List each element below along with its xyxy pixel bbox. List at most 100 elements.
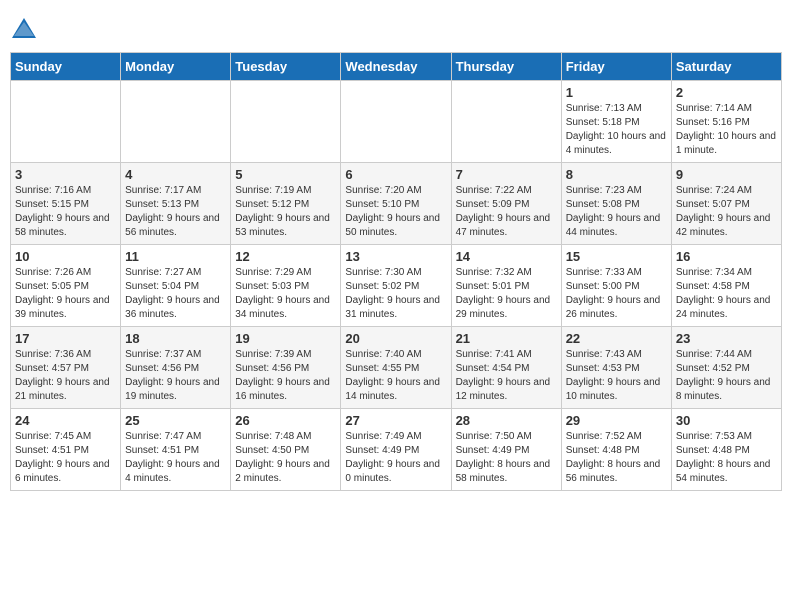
calendar-cell: 14 Sunrise: 7:32 AM Sunset: 5:01 PM Dayli… (451, 245, 561, 327)
cell-info: Sunrise: 7:17 AM Sunset: 5:13 PM Dayligh… (125, 184, 226, 240)
calendar-cell (11, 81, 121, 163)
calendar-cell (121, 81, 231, 163)
logo-icon (10, 16, 38, 44)
day-number: 19 (235, 331, 336, 346)
day-number: 1 (566, 85, 667, 100)
calendar-week-row: 3Sunrise: 7:16 AM Sunset: 5:15 PM Daylig… (11, 163, 782, 245)
day-number: 24 (15, 413, 116, 428)
calendar-cell: 27 Sunrise: 7:49 AM Sunset: 4:49 PM Dayli… (341, 409, 451, 491)
calendar-week-row: 1Sunrise: 7:13 AM Sunset: 5:18 PM Daylig… (11, 81, 782, 163)
cell-info: Sunrise: 7:43 AM Sunset: 4:53 PM Dayligh… (566, 348, 667, 404)
calendar-cell: 8Sunrise: 7:23 AM Sunset: 5:08 PM Daylig… (561, 163, 671, 245)
cell-info: Sunrise: 7:48 AM Sunset: 4:50 PM Dayligh… (235, 430, 336, 486)
cell-info: Sunrise: 7:30 AM Sunset: 5:02 PM Dayligh… (345, 266, 446, 322)
cell-info: Sunrise: 7:50 AM Sunset: 4:49 PM Dayligh… (456, 430, 557, 486)
day-number: 21 (456, 331, 557, 346)
day-number: 30 (676, 413, 777, 428)
cell-info: Sunrise: 7:20 AM Sunset: 5:10 PM Dayligh… (345, 184, 446, 240)
calendar-cell: 4 Sunrise: 7:17 AM Sunset: 5:13 PM Daylig… (121, 163, 231, 245)
day-number: 12 (235, 249, 336, 264)
day-number: 15 (566, 249, 667, 264)
calendar-cell: 2 Sunrise: 7:14 AM Sunset: 5:16 PM Daylig… (671, 81, 781, 163)
day-number: 9 (676, 167, 777, 182)
calendar-cell: 1Sunrise: 7:13 AM Sunset: 5:18 PM Daylig… (561, 81, 671, 163)
day-header-wednesday: Wednesday (341, 53, 451, 81)
day-header-thursday: Thursday (451, 53, 561, 81)
calendar-cell: 21 Sunrise: 7:41 AM Sunset: 4:54 PM Dayli… (451, 327, 561, 409)
cell-info: Sunrise: 7:24 AM Sunset: 5:07 PM Dayligh… (676, 184, 777, 240)
day-number: 6 (345, 167, 446, 182)
day-number: 17 (15, 331, 116, 346)
calendar-cell (341, 81, 451, 163)
calendar-cell: 20 Sunrise: 7:40 AM Sunset: 4:55 PM Dayli… (341, 327, 451, 409)
day-header-sunday: Sunday (11, 53, 121, 81)
calendar-cell (231, 81, 341, 163)
day-number: 16 (676, 249, 777, 264)
day-number: 14 (456, 249, 557, 264)
calendar-cell: 26 Sunrise: 7:48 AM Sunset: 4:50 PM Dayli… (231, 409, 341, 491)
day-header-monday: Monday (121, 53, 231, 81)
day-number: 20 (345, 331, 446, 346)
cell-info: Sunrise: 7:47 AM Sunset: 4:51 PM Dayligh… (125, 430, 226, 486)
day-number: 28 (456, 413, 557, 428)
logo (10, 16, 42, 44)
cell-info: Sunrise: 7:19 AM Sunset: 5:12 PM Dayligh… (235, 184, 336, 240)
day-number: 7 (456, 167, 557, 182)
calendar-cell: 19 Sunrise: 7:39 AM Sunset: 4:56 PM Dayli… (231, 327, 341, 409)
calendar-cell: 13 Sunrise: 7:30 AM Sunset: 5:02 PM Dayli… (341, 245, 451, 327)
cell-info: Sunrise: 7:44 AM Sunset: 4:52 PM Dayligh… (676, 348, 777, 404)
calendar-cell: 24 Sunrise: 7:45 AM Sunset: 4:51 PM Dayli… (11, 409, 121, 491)
calendar-cell: 12 Sunrise: 7:29 AM Sunset: 5:03 PM Dayli… (231, 245, 341, 327)
cell-info: Sunrise: 7:52 AM Sunset: 4:48 PM Dayligh… (566, 430, 667, 486)
day-number: 13 (345, 249, 446, 264)
calendar-cell: 15 Sunrise: 7:33 AM Sunset: 5:00 PM Dayli… (561, 245, 671, 327)
calendar-week-row: 24 Sunrise: 7:45 AM Sunset: 4:51 PM Dayli… (11, 409, 782, 491)
day-number: 5 (235, 167, 336, 182)
day-number: 8 (566, 167, 667, 182)
calendar-week-row: 17Sunrise: 7:36 AM Sunset: 4:57 PM Dayli… (11, 327, 782, 409)
day-number: 27 (345, 413, 446, 428)
day-number: 29 (566, 413, 667, 428)
day-number: 18 (125, 331, 226, 346)
day-number: 4 (125, 167, 226, 182)
cell-info: Sunrise: 7:32 AM Sunset: 5:01 PM Dayligh… (456, 266, 557, 322)
cell-info: Sunrise: 7:49 AM Sunset: 4:49 PM Dayligh… (345, 430, 446, 486)
day-number: 2 (676, 85, 777, 100)
day-number: 22 (566, 331, 667, 346)
calendar-cell: 10Sunrise: 7:26 AM Sunset: 5:05 PM Dayli… (11, 245, 121, 327)
calendar-cell: 3Sunrise: 7:16 AM Sunset: 5:15 PM Daylig… (11, 163, 121, 245)
cell-info: Sunrise: 7:14 AM Sunset: 5:16 PM Dayligh… (676, 102, 777, 158)
day-number: 26 (235, 413, 336, 428)
day-number: 23 (676, 331, 777, 346)
cell-info: Sunrise: 7:34 AM Sunset: 4:58 PM Dayligh… (676, 266, 777, 322)
day-number: 3 (15, 167, 116, 182)
calendar-cell: 28 Sunrise: 7:50 AM Sunset: 4:49 PM Dayli… (451, 409, 561, 491)
calendar-cell: 16 Sunrise: 7:34 AM Sunset: 4:58 PM Dayli… (671, 245, 781, 327)
day-number: 11 (125, 249, 226, 264)
calendar-week-row: 10Sunrise: 7:26 AM Sunset: 5:05 PM Dayli… (11, 245, 782, 327)
day-header-tuesday: Tuesday (231, 53, 341, 81)
cell-info: Sunrise: 7:22 AM Sunset: 5:09 PM Dayligh… (456, 184, 557, 240)
calendar-cell: 7 Sunrise: 7:22 AM Sunset: 5:09 PM Daylig… (451, 163, 561, 245)
day-header-saturday: Saturday (671, 53, 781, 81)
day-header-friday: Friday (561, 53, 671, 81)
calendar-cell: 9 Sunrise: 7:24 AM Sunset: 5:07 PM Daylig… (671, 163, 781, 245)
calendar-cell: 17Sunrise: 7:36 AM Sunset: 4:57 PM Dayli… (11, 327, 121, 409)
calendar-cell: 5 Sunrise: 7:19 AM Sunset: 5:12 PM Daylig… (231, 163, 341, 245)
cell-info: Sunrise: 7:39 AM Sunset: 4:56 PM Dayligh… (235, 348, 336, 404)
calendar-body: 1Sunrise: 7:13 AM Sunset: 5:18 PM Daylig… (11, 81, 782, 491)
calendar-header-row: SundayMondayTuesdayWednesdayThursdayFrid… (11, 53, 782, 81)
cell-info: Sunrise: 7:40 AM Sunset: 4:55 PM Dayligh… (345, 348, 446, 404)
cell-info: Sunrise: 7:29 AM Sunset: 5:03 PM Dayligh… (235, 266, 336, 322)
calendar-cell: 22 Sunrise: 7:43 AM Sunset: 4:53 PM Dayli… (561, 327, 671, 409)
calendar-cell (451, 81, 561, 163)
cell-info: Sunrise: 7:33 AM Sunset: 5:00 PM Dayligh… (566, 266, 667, 322)
calendar-cell: 25 Sunrise: 7:47 AM Sunset: 4:51 PM Dayli… (121, 409, 231, 491)
day-number: 10 (15, 249, 116, 264)
cell-info: Sunrise: 7:41 AM Sunset: 4:54 PM Dayligh… (456, 348, 557, 404)
calendar-cell: 18Sunrise: 7:37 AM Sunset: 4:56 PM Dayli… (121, 327, 231, 409)
cell-info: Sunrise: 7:45 AM Sunset: 4:51 PM Dayligh… (15, 430, 116, 486)
day-number: 25 (125, 413, 226, 428)
calendar-table: SundayMondayTuesdayWednesdayThursdayFrid… (10, 52, 782, 491)
calendar-cell: 30Sunrise: 7:53 AM Sunset: 4:48 PM Dayli… (671, 409, 781, 491)
